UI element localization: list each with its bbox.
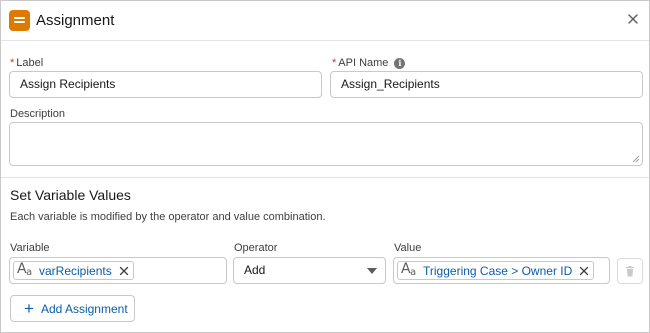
add-assignment-label: Add Assignment <box>40 301 128 316</box>
panel-title: Assignment <box>36 12 115 29</box>
api-name-field-label: * API Name i <box>332 57 406 69</box>
api-name-field-label-text: API Name <box>338 57 389 69</box>
value-combobox[interactable]: Aa Triggering Case > Owner ID <box>393 257 610 284</box>
api-name-input[interactable]: Assign_Recipients <box>330 71 643 98</box>
remove-pill-icon[interactable] <box>119 266 129 276</box>
operator-selected-value: Add <box>244 263 266 277</box>
chevron-down-icon <box>367 268 377 274</box>
resize-grip-icon[interactable] <box>632 155 640 163</box>
remove-pill-icon[interactable] <box>579 266 589 276</box>
panel-header: Assignment <box>1 1 649 41</box>
text-type-icon: Aa <box>17 261 33 279</box>
description-textarea[interactable] <box>9 122 643 166</box>
operator-select[interactable]: Add <box>233 257 386 284</box>
value-pill-label: Triggering Case > Owner ID <box>423 263 573 278</box>
variable-label: Variable <box>10 242 50 254</box>
trash-icon <box>626 265 634 276</box>
value-label: Value <box>394 242 422 254</box>
operator-label: Operator <box>234 242 278 254</box>
required-marker: * <box>10 57 15 69</box>
info-icon[interactable]: i <box>394 58 406 69</box>
variable-pill-label: varRecipients <box>39 263 112 278</box>
add-assignment-button[interactable]: + Add Assignment <box>10 295 135 322</box>
variable-pill[interactable]: Aa varRecipients <box>13 261 134 280</box>
label-input[interactable]: Assign Recipients <box>9 71 322 98</box>
label-field-label-text: Label <box>16 57 44 69</box>
variable-combobox[interactable]: Aa varRecipients <box>9 257 227 284</box>
close-icon[interactable] <box>626 12 640 26</box>
label-field-label: * Label <box>10 57 43 69</box>
section-description: Each variable is modified by the operato… <box>10 211 326 223</box>
plus-icon: + <box>24 299 34 318</box>
assignment-icon <box>9 10 30 31</box>
section-divider <box>1 177 649 178</box>
section-title: Set Variable Values <box>10 187 131 203</box>
text-type-icon: Aa <box>401 261 417 279</box>
assignment-panel: Assignment * Label Assign Recipients * API… <box>0 0 650 333</box>
delete-row-button[interactable] <box>617 258 643 284</box>
description-field-label: Description <box>10 108 66 120</box>
value-pill[interactable]: Aa Triggering Case > Owner ID <box>397 261 595 280</box>
required-marker: * <box>332 57 337 69</box>
